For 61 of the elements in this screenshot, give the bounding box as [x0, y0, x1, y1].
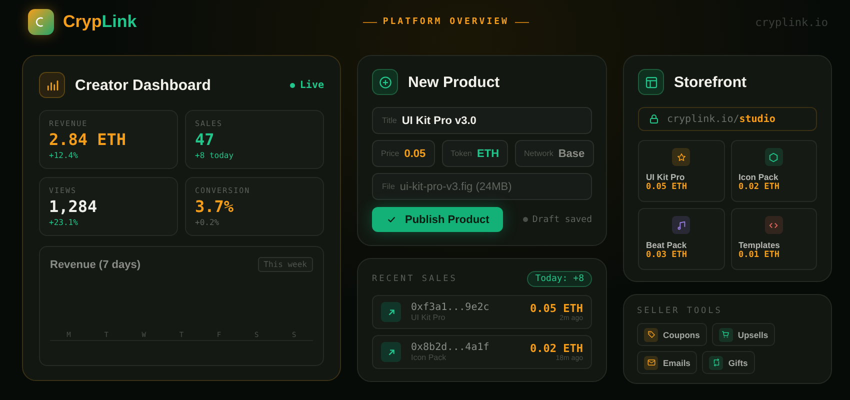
product-name: Templates	[738, 240, 781, 250]
tag-icon	[646, 330, 656, 339]
input-field[interactable]: Network Base	[515, 140, 594, 167]
cart-icon	[721, 330, 730, 339]
input-field[interactable]: Title UI Kit Pro v3.0	[372, 107, 592, 134]
layout-icon	[644, 74, 658, 90]
input-field[interactable]: Token ETH	[442, 140, 508, 167]
chart-title: Revenue (7 days)	[50, 258, 140, 270]
wallet-address: 0x8b2d...4a1f	[411, 342, 490, 353]
stat-change: +8 today	[195, 151, 235, 160]
product-price: 0.01 ETH	[738, 250, 780, 260]
sale-amount: 0.05 ETH	[530, 302, 583, 315]
stat-change: +23.1%	[49, 218, 79, 227]
check-icon	[386, 214, 397, 225]
tool-button[interactable]: Gifts	[702, 351, 755, 374]
tool-button[interactable]: Upsells	[712, 323, 776, 346]
status-dot	[523, 217, 528, 222]
card-title: Storefront	[674, 74, 748, 90]
card-title: New Product	[408, 74, 501, 90]
url-field[interactable]: cryplink.io/studio	[638, 107, 817, 131]
stat-value: 47	[195, 130, 216, 149]
lock-icon	[648, 113, 660, 125]
product-tile[interactable]: Templates 0.01 ETH	[730, 208, 817, 270]
sale-amount: 0.02 ETH	[530, 342, 583, 355]
logo-icon	[28, 9, 54, 35]
hexagon-icon	[768, 152, 780, 162]
input-field[interactable]: Price 0.05	[372, 140, 435, 167]
product-tile[interactable]: Beat Pack 0.03 ETH	[638, 208, 724, 270]
brand-name: CrypLink	[63, 12, 137, 32]
tool-button[interactable]: Emails	[637, 351, 698, 374]
section-heading: SELLER TOOLS	[637, 306, 722, 316]
product-name: UI Kit Pro	[646, 172, 686, 182]
product-price: 0.03 ETH	[646, 250, 688, 260]
file-input[interactable]: ui-kit-pro-v3.fig (24MB)	[400, 180, 582, 192]
product-tile[interactable]: UI Kit Pro 0.05 ETH	[638, 140, 724, 202]
wallet-address: 0xf3a1...9e2c	[411, 302, 490, 313]
tool-button[interactable]: Coupons	[637, 323, 707, 346]
product-price: 0.02 ETH	[738, 182, 780, 192]
stat-value: 1,284	[49, 197, 98, 216]
stat-value: 3.7%	[195, 197, 235, 216]
product-price: 0.05 ETH	[646, 182, 688, 192]
publish-button[interactable]: Publish Product	[372, 207, 504, 232]
stat-change: +0.2%	[195, 218, 220, 227]
star-icon	[676, 152, 687, 162]
stat-value: 2.84 ETH	[49, 130, 128, 149]
card-title: Creator Dashboard	[75, 76, 212, 94]
bar-chart-icon	[44, 78, 60, 92]
status-dot	[290, 82, 295, 88]
product-name: Icon Pack	[738, 172, 780, 182]
repeat-icon	[712, 358, 721, 367]
music-note-icon	[676, 220, 687, 230]
plus-circle-icon	[378, 74, 392, 90]
mail-icon	[646, 358, 656, 367]
count-badge: Today: +8	[527, 271, 592, 287]
section-heading: RECENT SALES	[372, 274, 458, 284]
section-title: PLATFORM OVERVIEW	[382, 17, 509, 27]
product-tile[interactable]: Icon Pack 0.02 ETH	[730, 140, 817, 202]
draft-status: Draft saved	[532, 214, 592, 224]
live-status: Live	[300, 80, 324, 90]
product-name: Beat Pack	[646, 240, 688, 250]
stat-change: +12.4%	[49, 151, 79, 160]
